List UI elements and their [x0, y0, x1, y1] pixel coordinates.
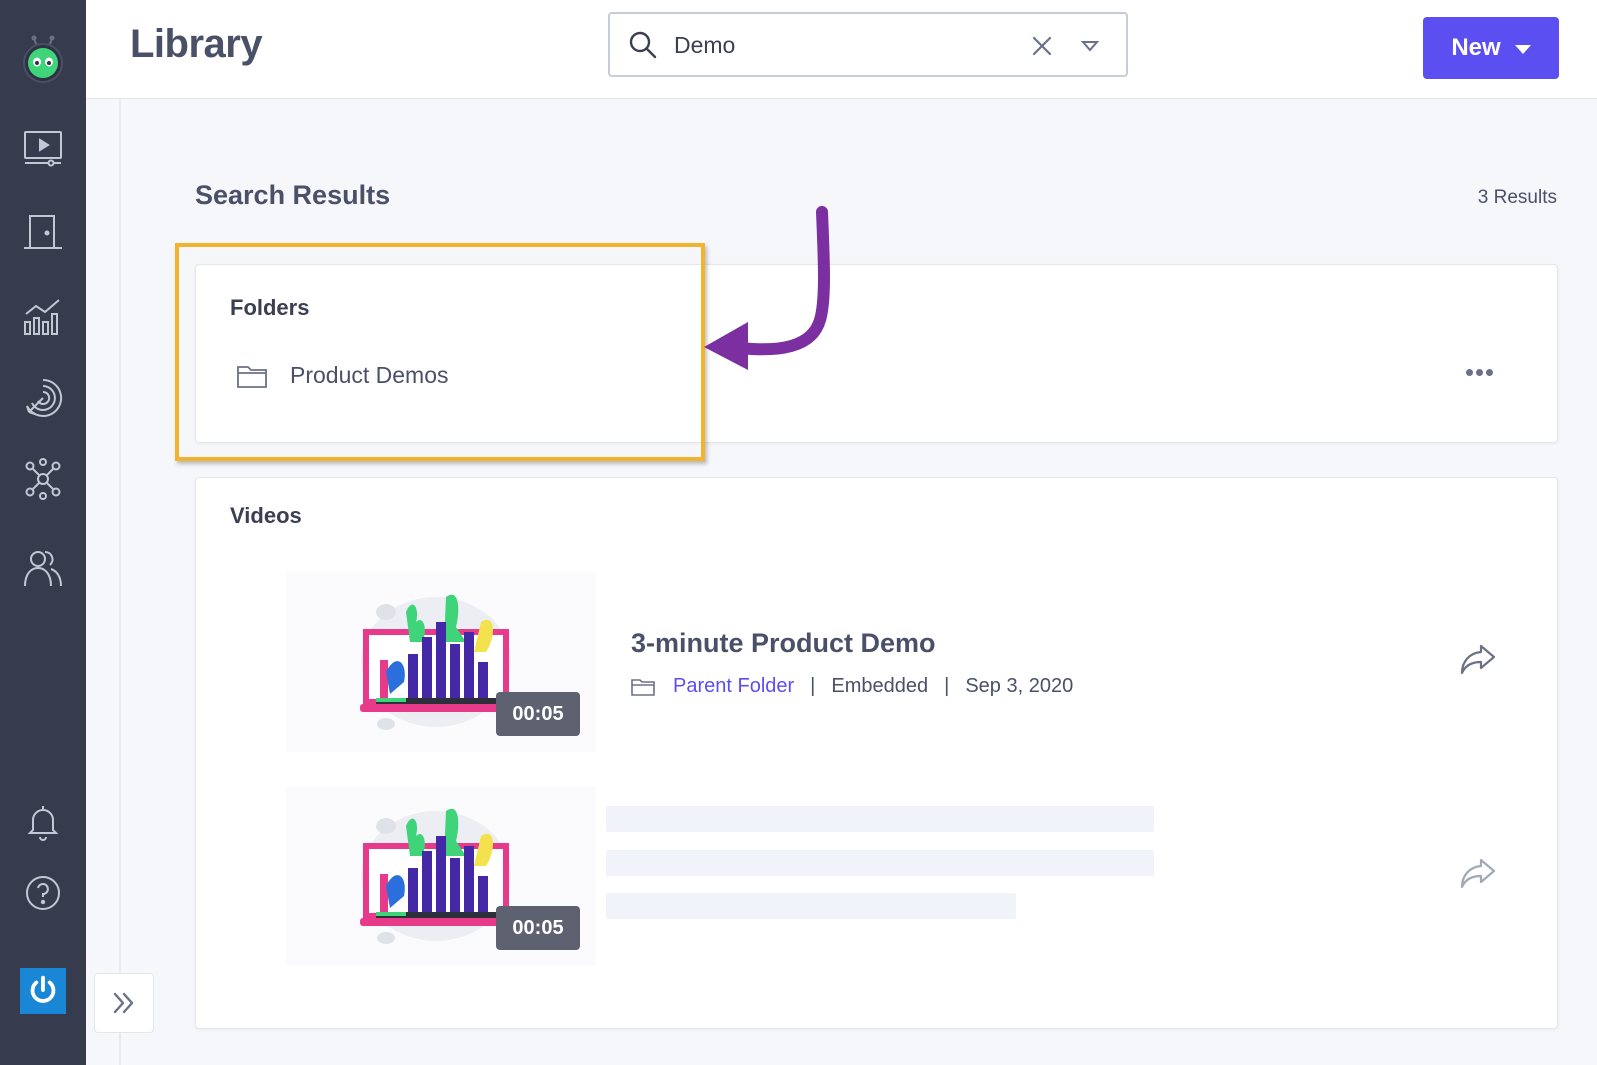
video-row: 00:05 3-minute Product Demo Parent Folde… — [286, 572, 1516, 752]
app-logo-icon[interactable] — [19, 31, 67, 85]
folder-icon — [631, 678, 655, 696]
target-icon[interactable] — [19, 374, 67, 422]
folders-label: Folders — [230, 295, 310, 320]
results-count: 3 Results — [1477, 187, 1557, 208]
meta-separator: | — [810, 675, 816, 697]
help-icon[interactable] — [19, 869, 67, 917]
parent-folder-link[interactable]: Parent Folder — [673, 675, 794, 698]
left-rail — [0, 0, 86, 1065]
content-divider — [119, 99, 121, 1065]
chevron-down-icon[interactable] — [1078, 34, 1102, 58]
video-duration: 00:05 — [496, 906, 580, 950]
more-options-icon[interactable] — [1461, 360, 1497, 384]
folder-name: Product Demos — [290, 362, 449, 388]
bell-icon[interactable] — [19, 798, 67, 846]
double-chevron-right-icon — [113, 992, 134, 1014]
search-input[interactable] — [674, 26, 1014, 64]
video-duration: 00:05 — [496, 692, 580, 736]
caret-down-icon — [1514, 45, 1531, 54]
folder-item[interactable]: Product Demos — [236, 362, 449, 389]
video-status: Embedded — [831, 675, 929, 697]
video-thumbnail-image — [360, 594, 512, 730]
loading-skeleton-line — [606, 893, 1016, 919]
videos-label: Videos — [230, 503, 302, 528]
video-meta: Parent Folder | Embedded | Sep 3, 2020 — [631, 675, 1073, 698]
results-title: Search Results — [195, 180, 391, 210]
loading-skeleton-line — [606, 806, 1154, 832]
search-icon — [629, 31, 657, 59]
share-icon[interactable] — [1459, 856, 1497, 890]
power-icon[interactable] — [20, 968, 66, 1014]
users-icon[interactable] — [19, 544, 67, 592]
video-thumbnail[interactable]: 00:05 — [286, 572, 596, 752]
loading-skeleton-line — [606, 850, 1154, 876]
new-button[interactable]: New — [1423, 17, 1559, 79]
search-box[interactable] — [608, 12, 1128, 77]
videos-card: Videos 00:05 3-minute Product Demo Paren… — [195, 477, 1558, 1029]
video-row: 00:05 — [286, 786, 1516, 966]
network-icon[interactable] — [19, 455, 67, 503]
analytics-icon[interactable] — [19, 292, 67, 340]
video-thumbnail-image — [360, 808, 512, 944]
video-thumbnail[interactable]: 00:05 — [286, 786, 596, 966]
page-title: Library — [130, 22, 263, 66]
door-icon[interactable] — [19, 208, 67, 256]
expand-sidebar-button[interactable] — [94, 973, 154, 1033]
share-icon[interactable] — [1459, 642, 1497, 676]
video-date: Sep 3, 2020 — [965, 675, 1074, 697]
folders-card: Folders Product Demos — [195, 264, 1558, 443]
meta-separator: | — [944, 675, 950, 697]
folder-icon — [237, 365, 267, 388]
new-button-label: New — [1451, 34, 1501, 61]
close-icon[interactable] — [1028, 32, 1056, 60]
video-title[interactable]: 3-minute Product Demo — [631, 628, 936, 659]
top-header: Library New — [86, 0, 1597, 99]
videos-icon[interactable] — [19, 124, 67, 172]
